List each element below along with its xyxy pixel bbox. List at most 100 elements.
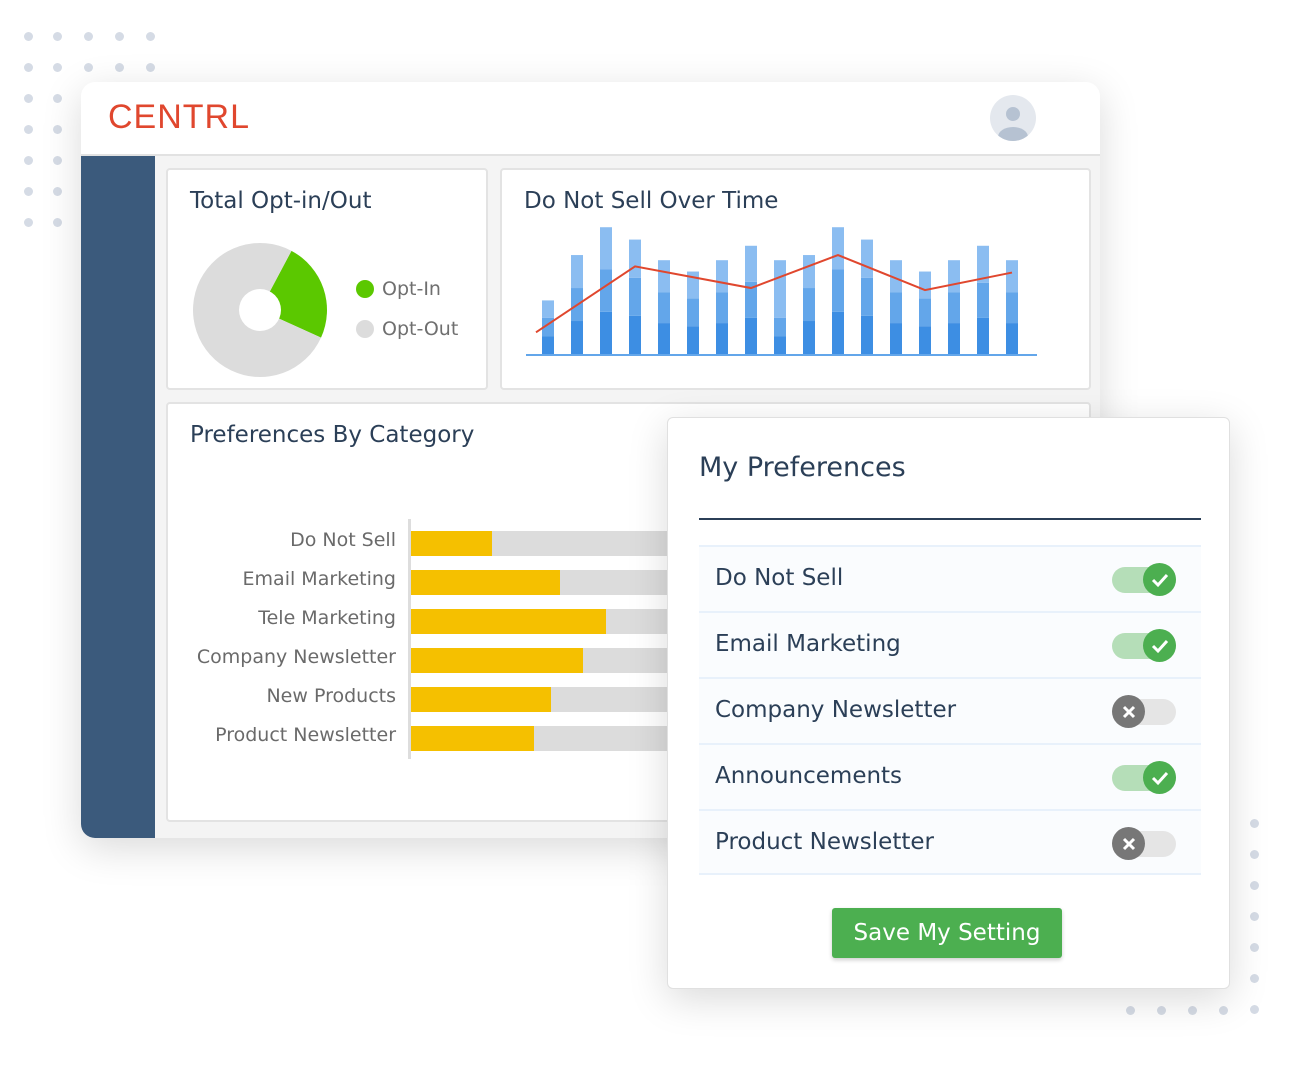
legend-opt-in: Opt-In xyxy=(356,278,441,300)
bar-segment xyxy=(977,282,989,318)
sidebar xyxy=(81,156,155,838)
dot xyxy=(53,94,62,103)
bar-segment xyxy=(1006,292,1018,324)
preference-row: Announcements xyxy=(699,743,1201,809)
bar-segment xyxy=(803,255,815,289)
preference-toggle[interactable] xyxy=(1112,629,1176,662)
dot xyxy=(24,218,33,227)
bar-segment xyxy=(687,326,699,354)
dot xyxy=(115,32,124,41)
dot xyxy=(53,125,62,134)
preference-label: Email Marketing xyxy=(715,631,901,657)
preference-toggle[interactable] xyxy=(1112,695,1176,728)
dot xyxy=(1126,1006,1135,1015)
category-label: Product Newsletter xyxy=(215,724,396,746)
bar-segment xyxy=(774,260,786,318)
bar-segment xyxy=(658,323,670,354)
card-title: Total Opt-in/Out xyxy=(190,188,372,214)
dot xyxy=(115,63,124,72)
bar-segment xyxy=(600,269,612,312)
dot xyxy=(1250,974,1259,983)
dot xyxy=(146,63,155,72)
bar-segment xyxy=(745,245,757,282)
logo: CENTRL xyxy=(108,98,251,136)
dot xyxy=(1188,1006,1197,1015)
opt-in-out-card: Total Opt-in/Out Opt-In Opt-Out xyxy=(166,168,488,390)
dot xyxy=(24,94,33,103)
bar-segment xyxy=(803,321,815,354)
dot xyxy=(53,63,62,72)
dot xyxy=(53,187,62,196)
dot xyxy=(24,32,33,41)
bar-segment xyxy=(948,323,960,354)
dot xyxy=(1157,1006,1166,1015)
bar-fill xyxy=(411,609,606,634)
bar-fill xyxy=(411,531,493,556)
bar-segment xyxy=(977,317,989,354)
bar-segment xyxy=(658,260,670,293)
legend-label: Opt-In xyxy=(382,278,441,300)
dot xyxy=(1250,881,1259,890)
bar-fill xyxy=(411,687,551,712)
bar-segment xyxy=(745,317,757,354)
dot xyxy=(146,32,155,41)
opt-out-swatch xyxy=(356,320,374,338)
dot xyxy=(1250,819,1259,828)
donut-hole xyxy=(239,289,281,331)
bar-segment xyxy=(629,239,641,278)
bar-segment xyxy=(716,292,728,324)
bar-segment xyxy=(861,315,873,354)
bar-segment xyxy=(629,277,641,316)
save-settings-button[interactable]: Save My Setting xyxy=(832,908,1062,958)
legend-opt-out: Opt-Out xyxy=(356,318,458,340)
bar-segment xyxy=(542,336,554,354)
bar-segment xyxy=(1006,323,1018,354)
dot xyxy=(53,156,62,165)
dot xyxy=(1250,912,1259,921)
bar-segment xyxy=(774,317,786,337)
preference-label: Product Newsletter xyxy=(715,829,934,855)
preference-row: Do Not Sell xyxy=(699,545,1201,611)
bar-segment xyxy=(658,292,670,324)
bar-segment xyxy=(861,239,873,278)
check-icon xyxy=(1143,761,1176,794)
bar-segment xyxy=(803,288,815,322)
bar-segment xyxy=(600,311,612,354)
check-icon xyxy=(1143,563,1176,596)
category-label: Company Newsletter xyxy=(196,646,396,668)
preference-label: Company Newsletter xyxy=(715,697,957,723)
bar-fill xyxy=(411,570,561,595)
preference-toggle[interactable] xyxy=(1112,563,1176,596)
panel-title: My Preferences xyxy=(699,452,906,483)
bar-segment xyxy=(919,326,931,354)
preference-toggle[interactable] xyxy=(1112,827,1176,860)
dot xyxy=(24,187,33,196)
legend-label: Opt-Out xyxy=(382,318,459,340)
dot xyxy=(24,156,33,165)
bar-segment xyxy=(948,260,960,293)
preference-row: Company Newsletter xyxy=(699,677,1201,743)
bar-segment xyxy=(832,227,844,270)
bar-segment xyxy=(832,269,844,312)
preference-row: Product Newsletter xyxy=(699,809,1201,875)
preference-row: Email Marketing xyxy=(699,611,1201,677)
category-label: Email Marketing xyxy=(242,568,396,590)
bar-fill xyxy=(411,726,535,751)
dot xyxy=(84,63,93,72)
preference-label: Do Not Sell xyxy=(715,565,844,591)
bar-segment xyxy=(861,277,873,316)
dot xyxy=(1219,1006,1228,1015)
bar-segment xyxy=(571,255,583,289)
category-label: Do Not Sell xyxy=(290,529,396,551)
bar-segment xyxy=(716,323,728,354)
check-icon xyxy=(1143,629,1176,662)
bar-segment xyxy=(716,260,728,293)
divider xyxy=(699,518,1201,520)
bar-fill xyxy=(411,648,583,673)
preference-toggle[interactable] xyxy=(1112,761,1176,794)
bar-segment xyxy=(629,315,641,354)
dot xyxy=(53,218,62,227)
bar-segment xyxy=(832,311,844,354)
user-avatar-icon[interactable] xyxy=(990,95,1036,141)
donut-chart xyxy=(193,243,327,377)
